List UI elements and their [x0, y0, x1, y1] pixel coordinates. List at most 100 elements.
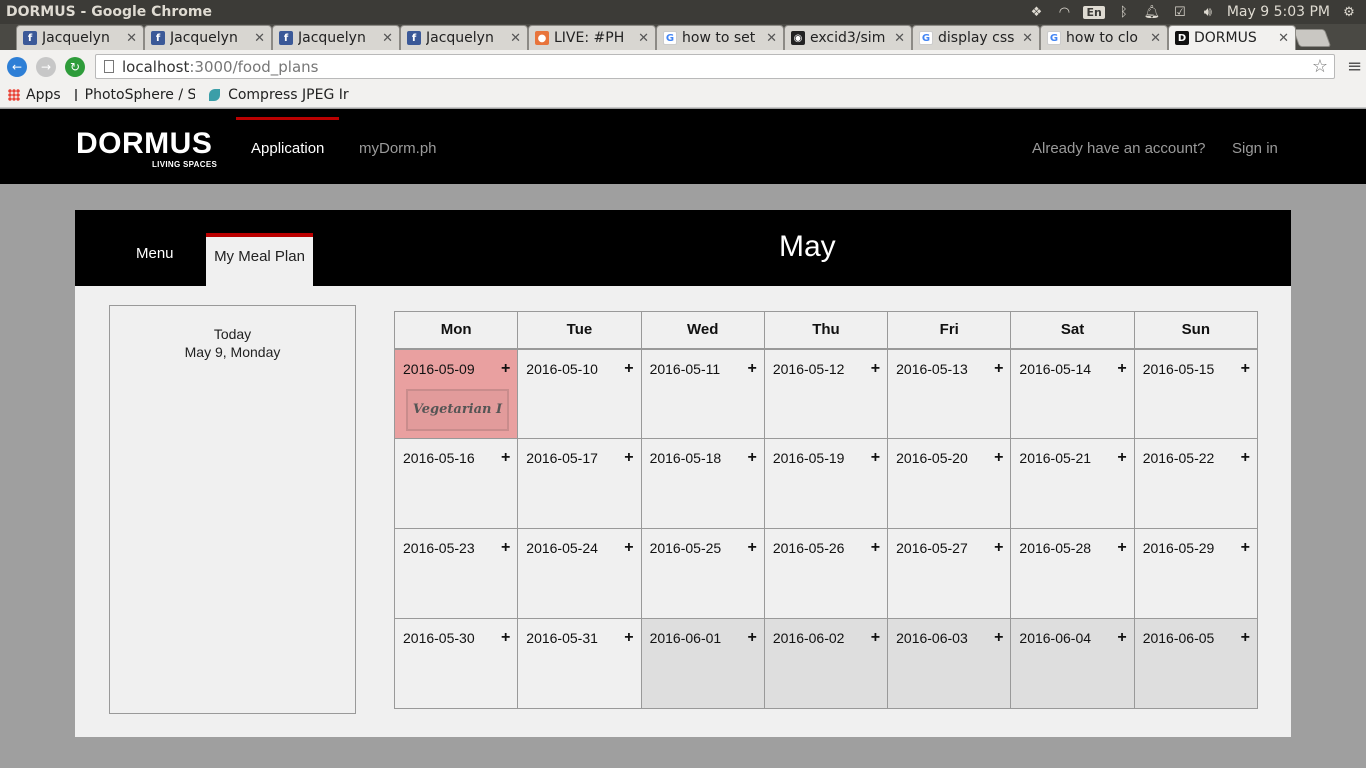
- calendar-day-cell[interactable]: 2016-05-20 +: [887, 438, 1012, 529]
- hamburger-menu-icon[interactable]: ≡: [1347, 56, 1362, 77]
- browser-tab-active[interactable]: D DORMUS ✕: [1168, 25, 1296, 50]
- bookmark-apps[interactable]: Apps: [8, 87, 61, 103]
- add-meal-plus-icon[interactable]: +: [871, 629, 880, 647]
- calendar-day-cell[interactable]: 2016-05-15 +: [1133, 348, 1259, 439]
- calendar-day-cell[interactable]: 2016-05-25 +: [640, 528, 765, 619]
- new-tab-button[interactable]: [1292, 29, 1332, 47]
- nav-mydorm[interactable]: myDorm.ph: [359, 140, 437, 157]
- calendar-day-cell-next-month[interactable]: 2016-06-02 +: [763, 618, 889, 709]
- close-icon[interactable]: ✕: [638, 31, 649, 46]
- add-meal-plus-icon[interactable]: +: [1241, 360, 1250, 378]
- calendar-day-cell[interactable]: 2016-05-28 +: [1010, 528, 1135, 619]
- calendar-day-cell[interactable]: 2016-05-23 +: [393, 528, 519, 619]
- tab-my-meal-plan[interactable]: My Meal Plan: [206, 233, 313, 286]
- wifi-icon[interactable]: ◠: [1055, 4, 1073, 20]
- browser-tab[interactable]: G how to clo ✕: [1040, 25, 1168, 50]
- calendar-day-cell[interactable]: 2016-05-26 +: [763, 528, 889, 619]
- add-meal-plus-icon[interactable]: +: [624, 449, 633, 467]
- site-logo[interactable]: DORMUS: [76, 127, 212, 161]
- dropbox-icon[interactable]: ❖: [1027, 4, 1045, 20]
- calendar-day-cell[interactable]: 2016-05-11 +: [640, 348, 765, 439]
- calendar-day-cell[interactable]: 2016-05-19 +: [763, 438, 889, 529]
- url-input[interactable]: localhost:3000/food_plans ☆: [95, 54, 1335, 79]
- calendar-day-cell[interactable]: 2016-05-31 +: [517, 618, 642, 709]
- bookmark-photosphere[interactable]: PhotoSphere / St: [74, 87, 195, 103]
- calendar-day-cell-today[interactable]: 2016-05-09 + Vegetarian I: [393, 348, 519, 439]
- tab-menu[interactable]: Menu: [136, 245, 174, 262]
- add-meal-plus-icon[interactable]: +: [1117, 629, 1126, 647]
- add-meal-plus-icon[interactable]: +: [624, 360, 633, 378]
- nav-application[interactable]: Application: [235, 117, 340, 157]
- browser-tab[interactable]: f Jacquelyn ✕: [400, 25, 528, 50]
- volume-icon[interactable]: 🔊︎: [1199, 4, 1217, 20]
- browser-tab[interactable]: G how to set ✕: [656, 25, 784, 50]
- browser-tab[interactable]: f Jacquelyn ✕: [16, 25, 144, 50]
- add-meal-plus-icon[interactable]: +: [1117, 449, 1126, 467]
- calendar-day-cell-next-month[interactable]: 2016-06-05 +: [1133, 618, 1259, 709]
- calendar-day-cell[interactable]: 2016-05-29 +: [1133, 528, 1259, 619]
- close-icon[interactable]: ✕: [126, 31, 137, 46]
- add-meal-plus-icon[interactable]: +: [871, 449, 880, 467]
- session-gear-icon[interactable]: ⚙: [1340, 4, 1358, 20]
- bookmark-star-icon[interactable]: ☆: [1312, 56, 1328, 77]
- calendar-day-cell[interactable]: 2016-05-12 +: [763, 348, 889, 439]
- calendar-day-cell-next-month[interactable]: 2016-06-03 +: [887, 618, 1012, 709]
- add-meal-plus-icon[interactable]: +: [994, 360, 1003, 378]
- add-meal-plus-icon[interactable]: +: [994, 629, 1003, 647]
- keyboard-layout-indicator[interactable]: En: [1083, 5, 1105, 19]
- bookmark-compress-jpeg[interactable]: Compress JPEG Ir: [208, 87, 349, 103]
- checklist-icon[interactable]: ☑: [1171, 4, 1189, 20]
- add-meal-plus-icon[interactable]: +: [994, 539, 1003, 557]
- meal-chip[interactable]: Vegetarian I: [406, 388, 509, 431]
- calendar-day-cell[interactable]: 2016-05-16 +: [393, 438, 519, 529]
- add-meal-plus-icon[interactable]: +: [748, 629, 757, 647]
- add-meal-plus-icon[interactable]: +: [624, 629, 633, 647]
- close-icon[interactable]: ✕: [510, 31, 521, 46]
- close-icon[interactable]: ✕: [766, 31, 777, 46]
- calendar-day-cell-next-month[interactable]: 2016-06-01 +: [640, 618, 765, 709]
- calendar-day-cell[interactable]: 2016-05-22 +: [1133, 438, 1259, 529]
- reload-icon[interactable]: ↻: [65, 56, 85, 77]
- browser-tab[interactable]: G display css ✕: [912, 25, 1040, 50]
- forward-arrow-icon[interactable]: →: [36, 56, 56, 77]
- add-meal-plus-icon[interactable]: +: [624, 539, 633, 557]
- close-icon[interactable]: ✕: [894, 31, 905, 46]
- add-meal-plus-icon[interactable]: +: [501, 539, 510, 557]
- close-icon[interactable]: ✕: [1150, 31, 1161, 46]
- add-meal-plus-icon[interactable]: +: [871, 360, 880, 378]
- calendar-day-cell[interactable]: 2016-05-17 +: [517, 438, 642, 529]
- calendar-day-cell[interactable]: 2016-05-30 +: [393, 618, 519, 709]
- add-meal-plus-icon[interactable]: +: [748, 360, 757, 378]
- close-icon[interactable]: ✕: [1278, 31, 1289, 46]
- browser-tab[interactable]: f Jacquelyn ✕: [272, 25, 400, 50]
- bluetooth-icon[interactable]: ᛒ: [1115, 4, 1133, 20]
- close-icon[interactable]: ✕: [382, 31, 393, 46]
- add-meal-plus-icon[interactable]: +: [1241, 539, 1250, 557]
- calendar-day-cell[interactable]: 2016-05-14 +: [1010, 348, 1135, 439]
- back-arrow-icon[interactable]: ←: [7, 56, 27, 77]
- calendar-day-cell[interactable]: 2016-05-27 +: [887, 528, 1012, 619]
- add-meal-plus-icon[interactable]: +: [748, 449, 757, 467]
- browser-tab[interactable]: f Jacquelyn ✕: [144, 25, 272, 50]
- calendar-day-cell-next-month[interactable]: 2016-06-04 +: [1010, 618, 1135, 709]
- add-meal-plus-icon[interactable]: +: [501, 629, 510, 647]
- notification-bell-icon[interactable]: 🔔︎: [1143, 4, 1161, 20]
- add-meal-plus-icon[interactable]: +: [1117, 539, 1126, 557]
- calendar-day-cell[interactable]: 2016-05-24 +: [517, 528, 642, 619]
- close-icon[interactable]: ✕: [254, 31, 265, 46]
- clock[interactable]: May 9 5:03 PM: [1227, 4, 1330, 20]
- close-icon[interactable]: ✕: [1022, 31, 1033, 46]
- browser-tab[interactable]: ● LIVE: #PH ✕: [528, 25, 656, 50]
- calendar-day-cell[interactable]: 2016-05-10 +: [517, 348, 642, 439]
- add-meal-plus-icon[interactable]: +: [1241, 449, 1250, 467]
- calendar-day-cell[interactable]: 2016-05-13 +: [887, 348, 1012, 439]
- sign-in-link[interactable]: Sign in: [1232, 140, 1278, 157]
- add-meal-plus-icon[interactable]: +: [871, 539, 880, 557]
- add-meal-plus-icon[interactable]: +: [748, 539, 757, 557]
- browser-tab[interactable]: ◉ excid3/sim ✕: [784, 25, 912, 50]
- add-meal-plus-icon[interactable]: +: [994, 449, 1003, 467]
- add-meal-plus-icon[interactable]: +: [1241, 629, 1250, 647]
- add-meal-plus-icon[interactable]: +: [501, 360, 510, 378]
- add-meal-plus-icon[interactable]: +: [1117, 360, 1126, 378]
- calendar-day-cell[interactable]: 2016-05-18 +: [640, 438, 765, 529]
